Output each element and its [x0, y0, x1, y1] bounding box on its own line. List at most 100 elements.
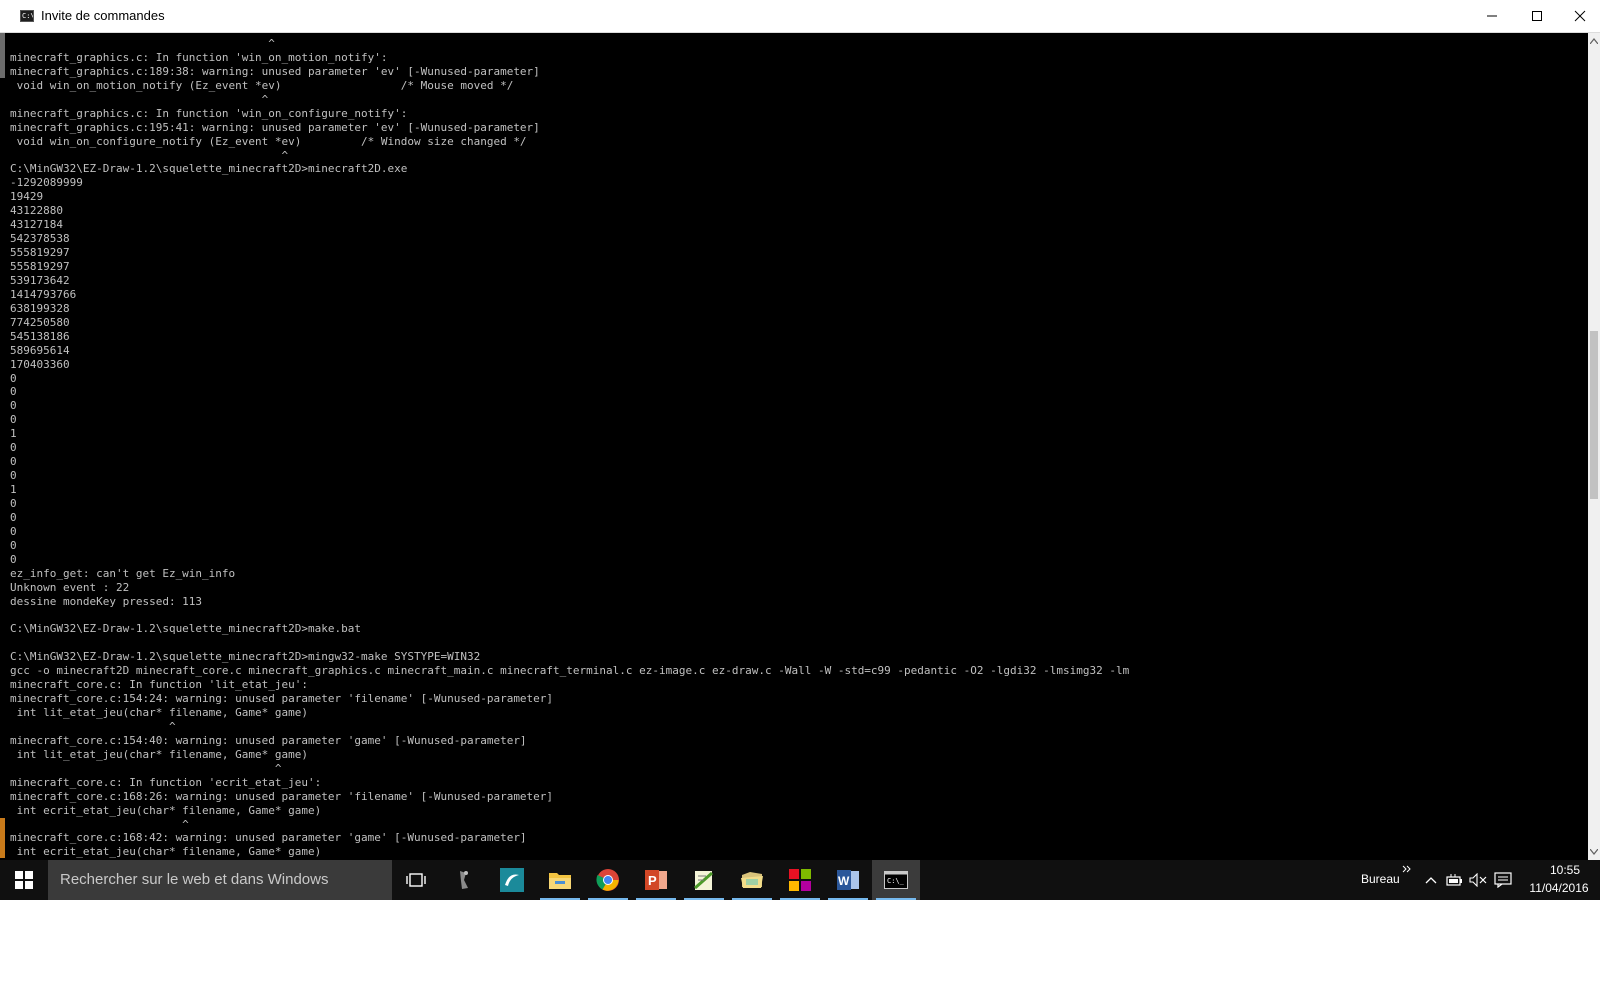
- volume-muted-icon[interactable]: [1468, 870, 1488, 890]
- console-line: 0: [10, 413, 17, 427]
- taskbar-notepad[interactable]: [680, 860, 728, 900]
- console-line: ^: [10, 37, 275, 50]
- console-line: minecraft_core.c:168:42: warning: unused…: [10, 831, 527, 845]
- console-line: 545138186: [10, 329, 70, 343]
- tray-overflow-icon[interactable]: [1400, 862, 1414, 876]
- running-indicator: [876, 898, 916, 900]
- console-line: ^: [10, 817, 189, 831]
- console-line: int lit_etat_jeu(char* filename, Game* g…: [10, 747, 309, 761]
- running-indicator: [540, 898, 580, 900]
- start-button[interactable]: [0, 860, 48, 900]
- console-line: 170403360: [10, 357, 70, 371]
- taskbar-app-colored[interactable]: [776, 860, 824, 900]
- running-indicator: [780, 898, 820, 900]
- console-line: 774250580: [10, 315, 70, 329]
- word-icon: W: [837, 870, 859, 890]
- scrollbar-thumb[interactable]: [1590, 331, 1598, 499]
- action-center-icon[interactable]: [1493, 870, 1513, 890]
- taskbar-command-prompt[interactable]: C:\_: [872, 860, 920, 900]
- chevron-up-icon[interactable]: [1421, 870, 1441, 890]
- chrome-icon: [596, 869, 619, 891]
- window-title-bar[interactable]: C:\ Invite de commandes: [0, 0, 1600, 33]
- console-line: 555819297: [10, 246, 70, 260]
- console-output-area[interactable]: ^ minecraft_graphics.c: In function 'win_…: [0, 33, 1588, 860]
- console-line: minecraft_core.c:154:24: warning: unused…: [10, 692, 554, 706]
- app-icon-colored: [789, 869, 811, 891]
- console-line: 0: [10, 552, 17, 566]
- console-line: 19429: [10, 190, 44, 204]
- desktop-screen: C:\ Invite de commandes ^ minecraft_graph…: [0, 0, 1600, 1000]
- battery-icon[interactable]: [1445, 870, 1465, 890]
- console-line: ^: [10, 719, 176, 733]
- scroll-up-arrow-icon[interactable]: [1588, 35, 1600, 47]
- console-line: minecraft_core.c: In function 'lit_etat_…: [10, 678, 309, 692]
- taskbar-powerpoint[interactable]: P: [632, 860, 680, 900]
- minimize-button[interactable]: [1469, 0, 1514, 32]
- taskbar: Rechercher sur le web et dans Windows P …: [0, 860, 1600, 900]
- maximize-button[interactable]: [1514, 0, 1559, 32]
- console-line: 0: [10, 441, 17, 455]
- scroll-down-arrow-icon[interactable]: [1588, 846, 1600, 858]
- app-icon-2: [500, 868, 524, 892]
- running-indicator: [636, 898, 676, 900]
- console-line: 0: [10, 538, 17, 552]
- task-view-button[interactable]: [392, 860, 440, 900]
- clock-time[interactable]: 10:55: [1540, 863, 1590, 877]
- console-line: 0: [10, 510, 17, 524]
- notepad-plus-icon: [694, 871, 713, 890]
- command-prompt-icon: C:\_: [884, 871, 908, 889]
- taskbar-file-explorer[interactable]: [536, 860, 584, 900]
- console-line: int ecrit_etat_jeu(char* filename, Game*…: [10, 803, 322, 817]
- windows-start-icon: [15, 871, 33, 889]
- background-window-edge: [0, 818, 5, 858]
- console-line: C:\MinGW32\EZ-Draw-1.2\squelette_minecra…: [10, 162, 408, 176]
- running-indicator: [588, 898, 628, 900]
- console-lines: ^ minecraft_graphics.c: In function 'win_…: [10, 37, 1129, 859]
- console-line: ez_info_get: can't get Ez_win_info: [10, 566, 236, 580]
- taskbar-word[interactable]: W: [824, 860, 872, 900]
- console-line: -1292089999: [10, 176, 83, 190]
- folder-icon: [741, 872, 763, 888]
- vertical-scrollbar[interactable]: [1588, 33, 1600, 860]
- taskbar-folder[interactable]: [728, 860, 776, 900]
- search-placeholder: Rechercher sur le web et dans Windows: [60, 871, 329, 888]
- maximize-icon: [1531, 11, 1542, 21]
- console-line: 589695614: [10, 343, 70, 357]
- minimize-icon: [1486, 15, 1497, 17]
- console-line: int ecrit_etat_jeu(char* filename, Game*…: [10, 845, 322, 859]
- console-line: dessine mondeKey pressed: 113: [10, 594, 203, 608]
- console-line: 43127184: [10, 218, 63, 232]
- console-line: 0: [10, 385, 17, 399]
- console-line: minecraft_core.c:168:26: warning: unused…: [10, 789, 554, 803]
- taskbar-chrome[interactable]: [584, 860, 632, 900]
- taskbar-app-1[interactable]: [440, 860, 488, 900]
- console-line: C:\MinGW32\EZ-Draw-1.2\squelette_minecra…: [10, 622, 361, 636]
- console-line: 1: [10, 483, 17, 496]
- desktop-toolbar-label[interactable]: Bureau: [1361, 872, 1400, 886]
- console-line: 0: [10, 455, 17, 469]
- console-line: gcc -o minecraft2D minecraft_core.c mine…: [10, 664, 1130, 678]
- running-indicator: [732, 898, 772, 900]
- clock-date[interactable]: 11/04/2016: [1524, 881, 1594, 895]
- console-line: 0: [10, 524, 17, 538]
- close-button[interactable]: [1559, 0, 1600, 32]
- console-line: ^: [10, 92, 269, 106]
- task-view-icon: [406, 873, 426, 887]
- svg-text:W: W: [838, 874, 850, 888]
- window-title: Invite de commandes: [41, 8, 165, 23]
- console-line: 0: [10, 469, 17, 483]
- console-line: void win_on_configure_notify (Ez_event *…: [10, 134, 527, 148]
- console-line: 1414793766: [10, 287, 77, 301]
- console-line: minecraft_graphics.c: In function 'win_o…: [10, 50, 388, 64]
- svg-text:P: P: [648, 873, 657, 888]
- background-window-edge: [0, 33, 5, 78]
- file-explorer-icon: [549, 873, 571, 889]
- console-line: minecraft_graphics.c:195:41: warning: un…: [10, 120, 540, 134]
- taskbar-app-2[interactable]: [488, 860, 536, 900]
- console-line: 43122880: [10, 204, 63, 218]
- search-box[interactable]: Rechercher sur le web et dans Windows: [48, 860, 392, 900]
- console-line: int lit_etat_jeu(char* filename, Game* g…: [10, 706, 309, 719]
- console-line: ^: [10, 148, 289, 162]
- svg-text:C:\_: C:\_: [887, 877, 905, 885]
